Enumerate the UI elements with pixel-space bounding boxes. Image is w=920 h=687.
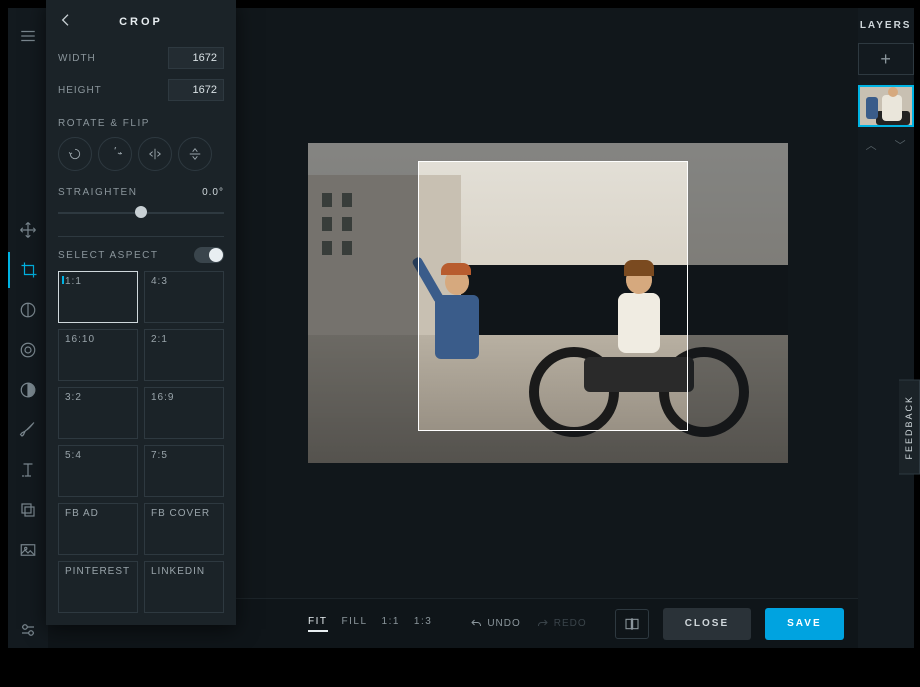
image-canvas[interactable] (308, 143, 788, 463)
aspect-fb-ad[interactable]: FB AD (58, 503, 138, 555)
settings-icon[interactable] (8, 612, 48, 648)
aspect-5-4[interactable]: 5:4 (58, 445, 138, 497)
redo-button[interactable]: REDO (537, 618, 587, 630)
aspect-2-1[interactable]: 2:1 (144, 329, 224, 381)
zoom-1-3[interactable]: 1:3 (414, 616, 432, 632)
aspect-16-9[interactable]: 16:9 (144, 387, 224, 439)
redo-label: REDO (554, 618, 587, 629)
image-tool-icon[interactable] (8, 532, 48, 568)
flip-vertical-icon[interactable] (178, 137, 212, 171)
aspect-linkedin[interactable]: LINKEDIN (144, 561, 224, 613)
text-tool-icon[interactable] (8, 452, 48, 488)
aspect-pinterest[interactable]: PINTEREST (58, 561, 138, 613)
hamburger-menu-icon[interactable] (8, 18, 48, 54)
aspect-grid: 1:1 4:3 16:10 2:1 3:2 16:9 5:4 7:5 FB AD… (58, 271, 224, 613)
left-toolbar (8, 8, 48, 648)
save-button[interactable]: SAVE (765, 608, 844, 640)
zoom-fill[interactable]: FILL (342, 616, 368, 632)
zoom-1-1[interactable]: 1:1 (382, 616, 400, 632)
aspect-3-2[interactable]: 3:2 (58, 387, 138, 439)
panel-title: CROP (78, 16, 204, 28)
layer-up-icon[interactable]: ︿ (866, 137, 877, 153)
color-tool-icon[interactable] (8, 332, 48, 368)
layer-thumbnail[interactable] (858, 85, 914, 127)
aspect-16-10[interactable]: 16:10 (58, 329, 138, 381)
flip-horizontal-icon[interactable] (138, 137, 172, 171)
layers-panel: LAYERS + ︿ ﹀ (858, 8, 914, 648)
layer-down-icon[interactable]: ﹀ (895, 137, 906, 153)
height-label: HEIGHT (58, 85, 102, 96)
add-layer-button[interactable]: + (858, 43, 914, 75)
compare-icon[interactable] (615, 609, 649, 639)
aspect-4-3[interactable]: 4:3 (144, 271, 224, 323)
layers-title: LAYERS (860, 20, 912, 31)
rotate-cw-icon[interactable] (98, 137, 132, 171)
zoom-mode-group: FIT FILL 1:1 1:3 (308, 616, 432, 632)
exposure-tool-icon[interactable] (8, 292, 48, 328)
aspect-1-1[interactable]: 1:1 (58, 271, 138, 323)
contrast-tool-icon[interactable] (8, 372, 48, 408)
layers-tool-icon[interactable] (8, 492, 48, 528)
straighten-value: 0.0° (202, 187, 224, 198)
straighten-label: STRAIGHTEN (58, 187, 137, 198)
crop-panel: CROP WIDTH HEIGHT ROTATE & FLIP STRAIGHT… (46, 0, 236, 625)
aspect-7-5[interactable]: 7:5 (144, 445, 224, 497)
move-tool-icon[interactable] (8, 212, 48, 248)
straighten-slider[interactable] (58, 204, 224, 222)
close-button[interactable]: CLOSE (663, 608, 751, 640)
zoom-fit[interactable]: FIT (308, 616, 328, 632)
width-label: WIDTH (58, 53, 96, 64)
select-aspect-label: SELECT ASPECT (58, 250, 158, 261)
back-arrow-icon[interactable] (58, 12, 78, 33)
height-input[interactable] (168, 79, 224, 101)
rotate-flip-label: ROTATE & FLIP (58, 118, 224, 129)
rotate-ccw-icon[interactable] (58, 137, 92, 171)
width-input[interactable] (168, 47, 224, 69)
feedback-tab[interactable]: FEEDBACK (899, 380, 920, 475)
aspect-lock-toggle[interactable] (194, 247, 224, 263)
undo-button[interactable]: UNDO (470, 618, 520, 630)
brush-tool-icon[interactable] (8, 412, 48, 448)
undo-label: UNDO (487, 618, 520, 629)
aspect-fb-cover[interactable]: FB COVER (144, 503, 224, 555)
crop-tool-icon[interactable] (8, 252, 48, 288)
crop-bounding-box[interactable] (418, 161, 688, 431)
